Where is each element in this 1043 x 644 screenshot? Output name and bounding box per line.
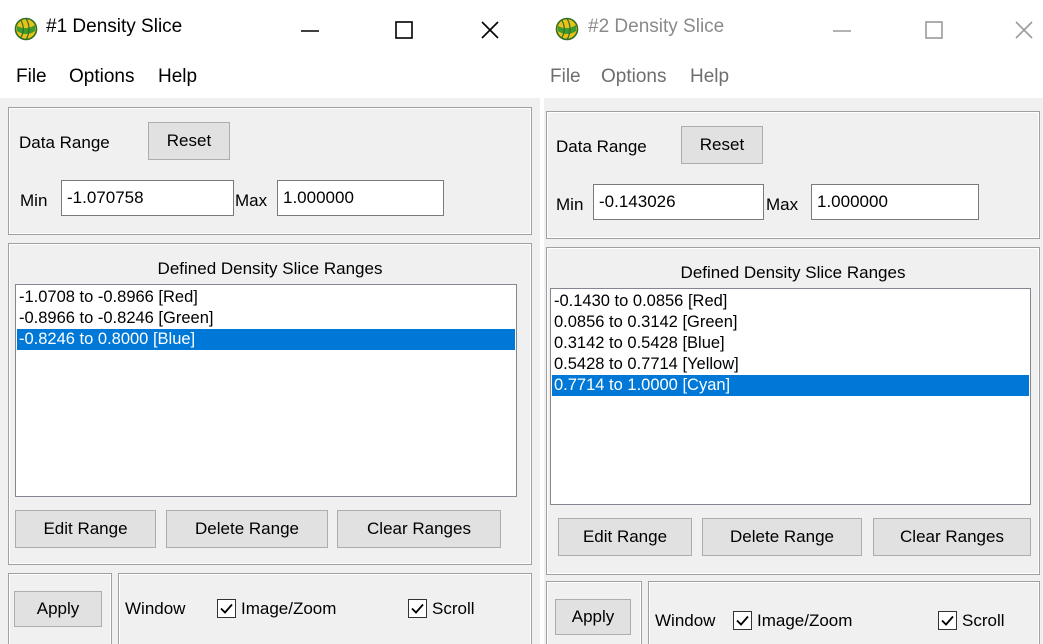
range-item[interactable]: -0.1430 to 0.0856 [Red]: [552, 291, 1029, 312]
close-icon: [1015, 21, 1033, 39]
max-label: Max: [235, 191, 268, 210]
min-label: Min: [556, 195, 584, 214]
delete-range-button[interactable]: Delete Range: [166, 510, 328, 548]
min-field[interactable]: [61, 180, 234, 216]
maximize-icon: [395, 21, 413, 39]
range-item[interactable]: -1.0708 to -0.8966 [Red]: [17, 287, 515, 308]
menu-bar: File Options Help: [544, 58, 1043, 98]
range-item[interactable]: 0.5428 to 0.7714 [Yellow]: [552, 354, 1029, 375]
max-field[interactable]: [811, 184, 979, 220]
scroll-checkbox[interactable]: [408, 599, 427, 618]
minimize-button[interactable]: [814, 9, 870, 51]
ranges-listbox[interactable]: -1.0708 to -0.8966 [Red] -0.8966 to -0.8…: [15, 284, 517, 497]
menu-file[interactable]: File: [550, 66, 581, 88]
range-item-selected[interactable]: 0.7714 to 1.0000 [Cyan]: [552, 375, 1029, 396]
range-item[interactable]: -0.8966 to -0.8246 [Green]: [17, 308, 515, 329]
image-zoom-checkbox[interactable]: [217, 599, 236, 618]
image-zoom-checkbox[interactable]: [733, 611, 752, 630]
title-bar[interactable]: #2 Density Slice: [544, 0, 1043, 58]
apply-panel: Apply: [8, 573, 112, 644]
ranges-listbox[interactable]: -0.1430 to 0.0856 [Red] 0.0856 to 0.3142…: [550, 288, 1031, 505]
app-globe-icon: [14, 17, 38, 41]
window-options-panel: Window Image/Zoom Scroll: [118, 573, 532, 644]
minimize-icon: [301, 30, 319, 32]
slice-ranges-panel: Defined Density Slice Ranges -0.1430 to …: [546, 247, 1040, 575]
max-label: Max: [766, 195, 799, 214]
window-options-panel: Window Image/Zoom Scroll: [648, 581, 1040, 644]
list-title: Defined Density Slice Ranges: [157, 259, 383, 278]
scroll-label: Scroll: [962, 611, 1005, 630]
reset-button[interactable]: Reset: [148, 122, 230, 160]
menu-options[interactable]: Options: [601, 66, 666, 88]
menu-options[interactable]: Options: [69, 66, 134, 88]
menu-bar: File Options Help: [0, 58, 540, 98]
scroll-checkbox[interactable]: [938, 611, 957, 630]
checkmark-icon: [411, 603, 424, 614]
window-title: #2 Density Slice: [588, 16, 725, 37]
title-bar[interactable]: #1 Density Slice: [0, 0, 540, 58]
window-title: #1 Density Slice: [46, 16, 183, 37]
reset-button[interactable]: Reset: [681, 126, 763, 164]
delete-range-button[interactable]: Delete Range: [702, 518, 862, 556]
checkmark-icon: [941, 615, 954, 626]
range-item-selected[interactable]: -0.8246 to 0.8000 [Blue]: [17, 329, 515, 350]
menu-help[interactable]: Help: [690, 66, 729, 88]
close-button[interactable]: [996, 9, 1043, 51]
density-slice-window-1: #1 Density Slice File Options Help Data …: [0, 0, 540, 644]
maximize-icon: [925, 21, 943, 39]
edit-range-button[interactable]: Edit Range: [15, 510, 156, 548]
apply-panel: Apply: [546, 581, 642, 644]
data-range-panel: Data Range Reset Min Max: [8, 107, 532, 235]
close-icon: [481, 21, 499, 39]
window-label: Window: [125, 599, 186, 618]
slice-ranges-panel: Defined Density Slice Ranges -1.0708 to …: [8, 243, 532, 565]
window-label: Window: [655, 611, 716, 630]
close-button[interactable]: [462, 9, 518, 51]
data-range-label: Data Range: [19, 133, 110, 152]
image-zoom-label: Image/Zoom: [757, 611, 853, 630]
maximize-button[interactable]: [376, 9, 432, 51]
apply-button[interactable]: Apply: [555, 599, 631, 635]
clear-ranges-button[interactable]: Clear Ranges: [337, 510, 501, 548]
minimize-button[interactable]: [282, 9, 338, 51]
minimize-icon: [833, 30, 851, 32]
data-range-label: Data Range: [556, 137, 647, 156]
menu-file[interactable]: File: [16, 66, 47, 88]
list-title: Defined Density Slice Ranges: [680, 263, 906, 282]
edit-range-button[interactable]: Edit Range: [558, 518, 692, 556]
apply-button[interactable]: Apply: [14, 591, 102, 627]
density-slice-window-2: #2 Density Slice File Options Help Data …: [544, 0, 1043, 644]
scroll-label: Scroll: [432, 599, 475, 618]
image-zoom-label: Image/Zoom: [241, 599, 337, 618]
clear-ranges-button[interactable]: Clear Ranges: [873, 518, 1031, 556]
max-field[interactable]: [277, 180, 444, 216]
min-label: Min: [20, 191, 48, 210]
menu-help[interactable]: Help: [158, 66, 197, 88]
checkmark-icon: [736, 615, 749, 626]
checkmark-icon: [220, 603, 233, 614]
range-item[interactable]: 0.3142 to 0.5428 [Blue]: [552, 333, 1029, 354]
app-globe-icon: [555, 17, 579, 41]
min-field[interactable]: [593, 184, 764, 220]
data-range-panel: Data Range Reset Min Max: [546, 111, 1040, 239]
maximize-button[interactable]: [906, 9, 962, 51]
range-item[interactable]: 0.0856 to 0.3142 [Green]: [552, 312, 1029, 333]
